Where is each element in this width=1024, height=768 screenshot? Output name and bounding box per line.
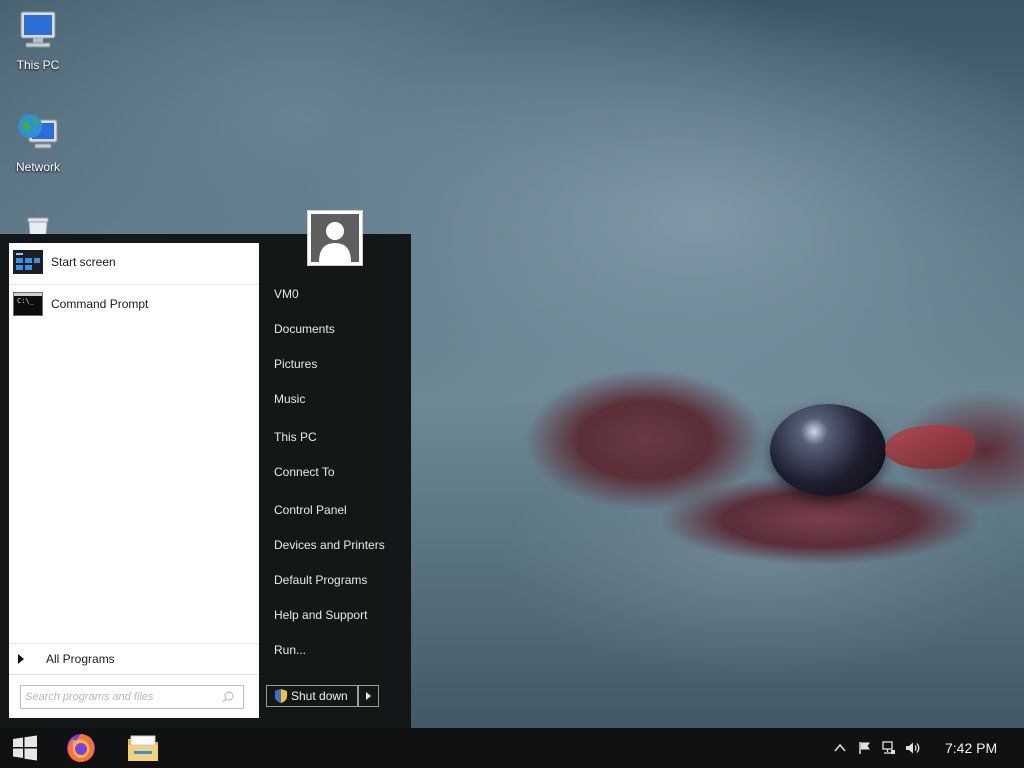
desktop-background: This PC Network Start screen C:\_ Comman… [0,0,1024,728]
uac-shield-icon [275,689,287,703]
search-input[interactable] [25,688,215,706]
wallpaper-petal [885,425,975,469]
shutdown-label: Shut down [291,689,348,703]
firefox-icon [67,734,95,762]
shutdown-button[interactable]: Shut down [266,685,358,707]
program-start-screen[interactable]: Start screen [9,243,259,281]
taskbar: 7:42 PM [0,728,1024,768]
desktop-icon-label: Network [15,160,60,174]
program-label: Command Prompt [51,297,149,311]
place-control-panel[interactable]: Control Panel [274,499,404,521]
place-connect-to[interactable]: Connect To [274,461,404,483]
start-menu-places-pane: VM0 Documents Pictures Music This PC Con… [259,234,411,728]
wallpaper-water-droplet [770,404,886,496]
all-programs-button[interactable]: All Programs [9,647,259,671]
taskbar-file-explorer-button[interactable] [119,728,167,768]
search-box[interactable] [20,685,244,709]
place-help-and-support[interactable]: Help and Support [274,604,404,626]
all-programs-label: All Programs [46,652,115,666]
all-programs-separator [9,643,259,644]
desktop-icon-label: This PC [16,58,60,72]
start-button[interactable] [0,728,50,768]
action-center-flag-icon[interactable] [858,741,872,755]
command-prompt-icon: C:\_ [13,292,43,316]
place-music[interactable]: Music [274,388,404,410]
start-menu-programs-pane: Start screen C:\_ Command Prompt All Pro… [9,243,259,718]
program-label: Start screen [51,255,116,269]
place-documents[interactable]: Documents [274,318,404,340]
start-menu: Start screen C:\_ Command Prompt All Pro… [0,234,411,728]
place-run[interactable]: Run... [274,639,404,661]
search-separator [9,674,259,675]
place-default-programs[interactable]: Default Programs [274,569,404,591]
place-user-folder[interactable]: VM0 [274,283,404,305]
place-devices-and-printers[interactable]: Devices and Printers [274,534,404,556]
place-this-pc[interactable]: This PC [274,426,404,448]
file-explorer-icon [128,735,158,761]
volume-icon[interactable] [905,741,921,755]
taskbar-clock[interactable]: 7:42 PM [945,728,997,768]
computer-icon [20,11,56,48]
place-pictures[interactable]: Pictures [274,353,404,375]
network-icon[interactable] [882,741,896,755]
triangle-right-icon [366,692,371,700]
shutdown-options-button[interactable] [358,685,379,707]
chevron-up-icon[interactable] [833,741,847,755]
triangle-right-icon [18,654,24,664]
start-screen-icon [13,250,43,274]
user-avatar[interactable] [307,210,363,266]
program-command-prompt[interactable]: C:\_ Command Prompt [9,285,259,323]
windows-start-icon [13,735,37,761]
search-icon[interactable] [221,690,235,704]
network-globe-icon [18,114,58,149]
taskbar-firefox-button[interactable] [57,728,105,768]
desktop-icon-network[interactable]: Network [0,110,76,174]
desktop-icon-this-pc[interactable]: This PC [0,8,76,72]
user-avatar-icon [311,214,359,262]
